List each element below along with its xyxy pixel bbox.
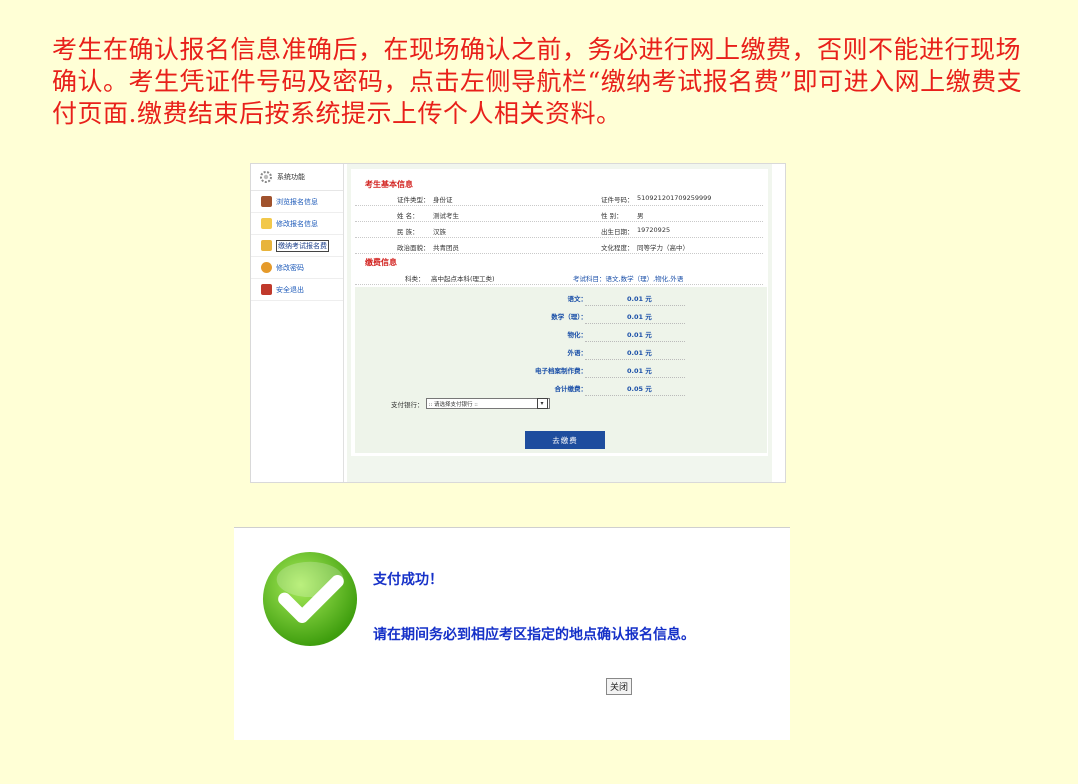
- fee-value-cell: 0.01 元: [585, 325, 685, 342]
- row-name: 姓 名： 测试考生 性 别： 男: [355, 207, 763, 222]
- fee-row: 数学（理）： 0.01 元: [355, 307, 767, 324]
- id-no-value: 510921201709259999: [637, 194, 712, 202]
- fee-value: 0.01 元: [627, 331, 652, 339]
- id-no-label: 证件号码：: [601, 196, 634, 204]
- fee-label: 数学（理）：: [551, 313, 587, 321]
- info-form: 考生基本信息 证件类型： 身份证 证件号码： 51092120170925999…: [351, 169, 768, 456]
- fee-total-row: 合计缴费： 0.05 元: [355, 379, 767, 396]
- fee-value: 0.01 元: [627, 367, 652, 375]
- pay-button[interactable]: 去缴费: [525, 431, 605, 449]
- edit-icon: [261, 218, 272, 229]
- sidebar-item-label: 修改报名信息: [276, 219, 318, 228]
- fee-row: 电子档案制作费： 0.01 元: [355, 361, 767, 378]
- gender-value: 男: [637, 212, 644, 220]
- sidebar: 系统功能 浏览报名信息 修改报名信息 缴纳考试报名费 修改密码 安全退出: [251, 164, 344, 482]
- close-button[interactable]: 关闭: [606, 678, 632, 695]
- row-political: 政治面貌： 共青团员 文化程度： 同等学力（高中）: [355, 239, 763, 254]
- exit-icon: [261, 284, 272, 295]
- birth-label: 出生日期：: [601, 228, 634, 236]
- fee-value: 0.01 元: [627, 313, 652, 321]
- fee-value-cell: 0.01 元: [585, 289, 685, 306]
- bank-select[interactable]: :: 请选择支付银行 :: ▾: [425, 398, 550, 409]
- category-value: 高中起点本科(理工类): [431, 275, 495, 283]
- fee-value: 0.01 元: [627, 295, 652, 303]
- row-id: 证件类型： 身份证 证件号码： 510921201709259999: [355, 191, 763, 206]
- payment-page-screenshot: 系统功能 浏览报名信息 修改报名信息 缴纳考试报名费 修改密码 安全退出 考生基…: [250, 163, 786, 483]
- name-label: 姓 名：: [397, 212, 419, 220]
- name-value: 测试考生: [433, 212, 459, 220]
- check-circle-icon: [262, 551, 358, 647]
- fee-value-cell: 0.01 元: [585, 307, 685, 324]
- row-ethnic: 民 族： 汉族 出生日期： 19720925: [355, 223, 763, 238]
- fee-total-label: 合计缴费：: [554, 385, 588, 393]
- ethnic-value: 汉族: [433, 228, 446, 236]
- sidebar-item-label: 浏览报名信息: [276, 197, 318, 206]
- success-message: 请在期间务必到相应考区指定的地点确认报名信息。: [373, 627, 695, 643]
- sidebar-item-label: 修改密码: [276, 263, 304, 272]
- subjects-value: 考试科目：语文,数学（理）,物化,外语: [573, 275, 684, 283]
- fee-value: 0.01 元: [627, 349, 652, 357]
- fee-total-value: 0.05 元: [627, 385, 652, 393]
- main-panel: 考生基本信息 证件类型： 身份证 证件号码： 51092120170925999…: [347, 164, 772, 482]
- education-value: 同等学力（高中）: [637, 244, 689, 252]
- fee-table: 语文： 0.01 元 数学（理）： 0.01 元 物化： 0.01 元 外语： …: [355, 287, 767, 453]
- intro-text: 考生在确认报名信息准确后，在现场确认之前，务必进行网上缴费，否则不能进行现场确认…: [52, 35, 1023, 128]
- id-type-value: 身份证: [433, 196, 453, 204]
- fee-row: 物化： 0.01 元: [355, 325, 767, 342]
- success-title: 支付成功！: [373, 572, 443, 588]
- bank-select-value: :: 请选择支付银行 ::: [428, 401, 478, 408]
- fee-value-cell: 0.01 元: [585, 343, 685, 360]
- sidebar-item-pay-fee[interactable]: 缴纳考试报名费: [251, 235, 343, 257]
- sidebar-item-label: 缴纳考试报名费: [276, 239, 329, 252]
- basic-info-title: 考生基本信息: [365, 180, 413, 189]
- gender-label: 性 别：: [601, 212, 623, 220]
- fee-value-cell: 0.05 元: [585, 379, 685, 396]
- sidebar-item-browse[interactable]: 浏览报名信息: [251, 191, 343, 213]
- sidebar-item-label: 安全退出: [276, 285, 304, 294]
- book-icon: [261, 196, 272, 207]
- category-label: 科类：: [405, 275, 425, 283]
- sidebar-item-password[interactable]: 修改密码: [251, 257, 343, 279]
- bank-row: 支付银行： :: 请选择支付银行 :: ▾: [391, 398, 550, 409]
- user-key-icon: [261, 262, 272, 273]
- row-category: 科类： 高中起点本科(理工类) 考试科目：语文,数学（理）,物化,外语: [355, 270, 763, 285]
- id-type-label: 证件类型：: [397, 196, 430, 204]
- sidebar-header-label: 系统功能: [277, 173, 305, 181]
- sidebar-header: 系统功能: [251, 164, 343, 191]
- political-label: 政治面貌：: [397, 244, 430, 252]
- chevron-down-icon: ▾: [536, 398, 548, 409]
- pay-icon: [261, 240, 272, 251]
- fee-row: 外语： 0.01 元: [355, 343, 767, 360]
- political-value: 共青团员: [433, 244, 459, 252]
- fee-value-cell: 0.01 元: [585, 361, 685, 378]
- bank-label: 支付银行：: [391, 400, 424, 409]
- payment-success-screenshot: 支付成功！ 请在期间务必到相应考区指定的地点确认报名信息。 关闭: [234, 527, 790, 740]
- sidebar-item-edit[interactable]: 修改报名信息: [251, 213, 343, 235]
- education-label: 文化程度：: [601, 244, 634, 252]
- fee-label: 电子档案制作费：: [535, 367, 587, 375]
- fee-row: 语文： 0.01 元: [355, 289, 767, 306]
- ethnic-label: 民 族：: [397, 228, 419, 236]
- gear-icon: [260, 171, 272, 183]
- sidebar-item-logout[interactable]: 安全退出: [251, 279, 343, 301]
- birth-value: 19720925: [637, 226, 671, 234]
- fee-info-title: 缴费信息: [365, 258, 397, 267]
